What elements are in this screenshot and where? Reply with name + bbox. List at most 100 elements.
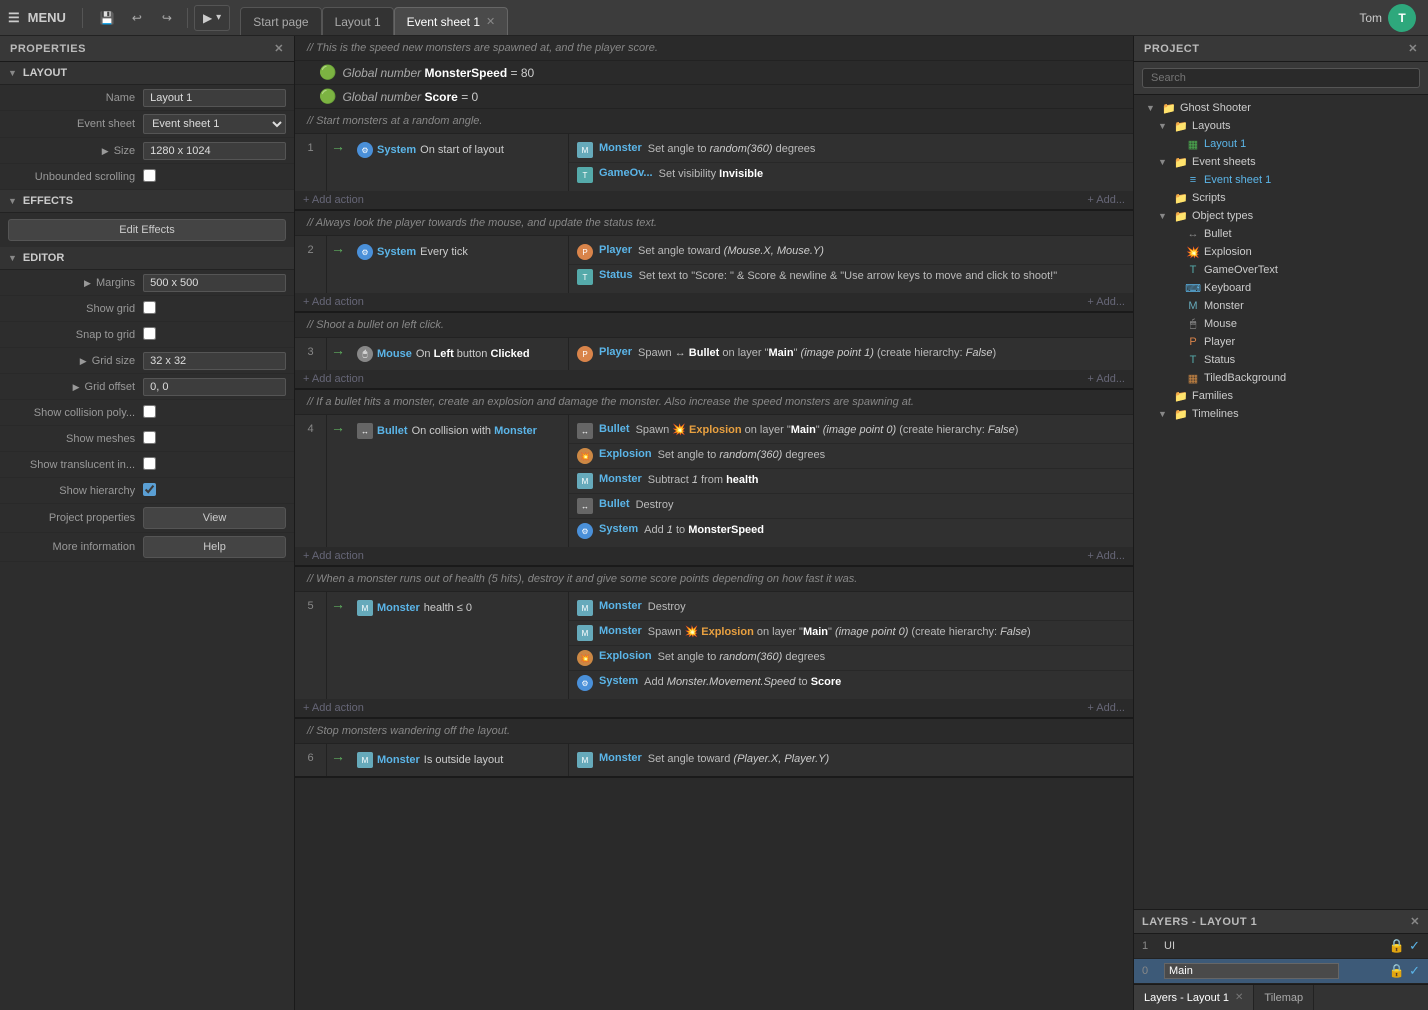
properties-close[interactable]: ✕ <box>274 42 284 55</box>
main-layout: PROPERTIES ✕ ▼ LAYOUT Name Event sheet E… <box>0 36 1428 1010</box>
bottom-tab-layers[interactable]: Layers - Layout 1 ✕ <box>1134 985 1254 1010</box>
event-row-4: 4 → ↔ Bullet On collision with Monster <box>295 415 1133 547</box>
tree-layout1[interactable]: ▦ Layout 1 <box>1134 135 1428 153</box>
event-actions-2: P Player Set angle toward (Mouse.X, Mous… <box>569 236 1133 293</box>
redo-icon[interactable]: ↪ <box>153 4 181 32</box>
edit-effects-button[interactable]: Edit Effects <box>8 219 286 241</box>
tree-object-types[interactable]: ▼ 📁 Object types <box>1134 207 1428 225</box>
more-info-label: More information <box>16 541 143 553</box>
tree-status[interactable]: T Status <box>1134 351 1428 369</box>
layer-name-main[interactable] <box>1164 963 1383 979</box>
tree-families[interactable]: 📁 Families <box>1134 387 1428 405</box>
action-item-2-1: P Player Set angle toward (Mouse.X, Mous… <box>569 240 1133 265</box>
effects-section-header[interactable]: ▼ EFFECTS <box>0 190 294 213</box>
translucent-checkbox[interactable] <box>143 457 156 470</box>
tree-layouts[interactable]: ▼ 📁 Layouts <box>1134 117 1428 135</box>
event-num-2: 2 <box>295 236 327 293</box>
size-input[interactable] <box>143 142 286 160</box>
user-avatar[interactable]: T <box>1388 4 1416 32</box>
layout-section-header[interactable]: ▼ LAYOUT <box>0 62 294 85</box>
action-item-5-4: ⚙ System Add Monster.Movement.Speed to S… <box>569 671 1133 695</box>
event-sheet-select[interactable]: Event sheet 1 <box>143 114 286 134</box>
editor-section-header[interactable]: ▼ EDITOR <box>0 247 294 270</box>
layouts-arrow: ▼ <box>1158 121 1170 131</box>
tree-player[interactable]: P Player <box>1134 333 1428 351</box>
bullet-icon-4-4: ↔ <box>577 498 593 514</box>
event-arrow-5: → <box>327 596 349 612</box>
event-arrow-6: → <box>327 748 349 764</box>
tab-event-sheet1-close[interactable]: ✕ <box>486 15 495 28</box>
name-input[interactable] <box>143 89 286 107</box>
layer-visible-ui[interactable]: ✓ <box>1409 938 1420 954</box>
undo-icon[interactable]: ↩ <box>123 4 151 32</box>
show-grid-label: Show grid <box>16 303 143 315</box>
project-props-row: Project properties View <box>0 504 294 533</box>
add-action-btn-5[interactable]: + Add... <box>1087 702 1125 714</box>
tree-bullet[interactable]: ↔ Bullet <box>1134 225 1428 243</box>
event-arrow-4: → <box>327 419 349 435</box>
add-row-2: + Add action + Add... <box>295 293 1133 311</box>
bottom-tab-layers-close[interactable]: ✕ <box>1235 992 1243 1003</box>
tree-keyboard[interactable]: ⌨ Keyboard <box>1134 279 1428 297</box>
project-close[interactable]: ✕ <box>1408 42 1418 55</box>
add-condition-3[interactable]: + Add action <box>303 373 364 385</box>
add-condition-4[interactable]: + Add action <box>303 550 364 562</box>
layer-visible-main[interactable]: ✓ <box>1409 963 1420 979</box>
layer-icons-main: 🔒 ✓ <box>1389 963 1420 979</box>
hierarchy-checkbox[interactable] <box>143 483 156 496</box>
grid-size-input[interactable] <box>143 352 286 370</box>
properties-title: PROPERTIES <box>10 43 86 55</box>
snap-grid-row: Snap to grid <box>0 322 294 348</box>
save-icon[interactable]: 💾 <box>93 4 121 32</box>
add-action-btn-1[interactable]: + Add... <box>1087 194 1125 206</box>
tree-explosion[interactable]: 💥 Explosion <box>1134 243 1428 261</box>
add-condition-5[interactable]: + Add action <box>303 702 364 714</box>
play-button[interactable]: ▶▾ <box>194 5 230 31</box>
tree-event-sheet1[interactable]: ≡ Event sheet 1 <box>1134 171 1428 189</box>
layer-name-ui[interactable]: UI <box>1164 940 1383 952</box>
meshes-checkbox[interactable] <box>143 431 156 444</box>
view-button[interactable]: View <box>143 507 286 529</box>
add-action-btn-4[interactable]: + Add... <box>1087 550 1125 562</box>
action-item-4-3: M Monster Subtract 1 from health <box>569 469 1133 494</box>
search-input[interactable] <box>1142 68 1420 88</box>
tree-monster[interactable]: M Monster <box>1134 297 1428 315</box>
project-panel: PROJECT ✕ ▼ 📁 Ghost Shooter ▼ 📁 Layouts <box>1133 36 1428 1010</box>
layer-name-main-input[interactable] <box>1164 963 1339 979</box>
add-condition-1[interactable]: + Add action <box>303 194 364 206</box>
help-button[interactable]: Help <box>143 536 286 558</box>
unbounded-checkbox[interactable] <box>143 169 156 182</box>
tree-timelines[interactable]: ▼ 📁 Timelines <box>1134 405 1428 423</box>
grid-offset-input[interactable] <box>143 378 286 396</box>
monster-icon-4: M <box>577 473 593 489</box>
action-item-5-2: M Monster Spawn 💥 Explosion on layer "Ma… <box>569 621 1133 646</box>
tree-event-sheets[interactable]: ▼ 📁 Event sheets <box>1134 153 1428 171</box>
event-conditions-3: 🖱 Mouse On Left button Clicked <box>349 338 569 370</box>
tree-tiledbg[interactable]: ▦ TiledBackground <box>1134 369 1428 387</box>
snap-grid-checkbox[interactable] <box>143 327 156 340</box>
layer-lock-ui[interactable]: 🔒 <box>1389 938 1405 954</box>
global-var-2: 🟢 Global number Score = 0 <box>295 85 1133 109</box>
add-action-btn-2[interactable]: + Add... <box>1087 296 1125 308</box>
layers-close[interactable]: ✕ <box>1410 915 1420 928</box>
bullet-label: Bullet <box>1204 228 1232 240</box>
add-condition-2[interactable]: + Add action <box>303 296 364 308</box>
mouse-icon: 🖱 <box>1186 317 1200 331</box>
keyboard-icon: ⌨ <box>1186 281 1200 295</box>
menu-button[interactable]: ☰ MENU <box>0 10 78 26</box>
tab-layout1[interactable]: Layout 1 <box>322 7 394 35</box>
tree-root[interactable]: ▼ 📁 Ghost Shooter <box>1134 99 1428 117</box>
tab-event-sheet1[interactable]: Event sheet 1 ✕ <box>394 7 509 35</box>
show-grid-checkbox[interactable] <box>143 301 156 314</box>
tree-scripts[interactable]: 📁 Scripts <box>1134 189 1428 207</box>
tab-start-page[interactable]: Start page <box>240 7 321 35</box>
tree-mouse[interactable]: 🖱 Mouse <box>1134 315 1428 333</box>
layer-lock-main[interactable]: 🔒 <box>1389 963 1405 979</box>
add-action-btn-3[interactable]: + Add... <box>1087 373 1125 385</box>
margins-input[interactable] <box>143 274 286 292</box>
tree-gameovertext[interactable]: T GameOverText <box>1134 261 1428 279</box>
event-actions-5: M Monster Destroy M Monster Spawn 💥 Expl… <box>569 592 1133 699</box>
collision-checkbox[interactable] <box>143 405 156 418</box>
bottom-tab-tilemap[interactable]: Tilemap <box>1254 985 1314 1010</box>
system-icon-5: ⚙ <box>577 675 593 691</box>
